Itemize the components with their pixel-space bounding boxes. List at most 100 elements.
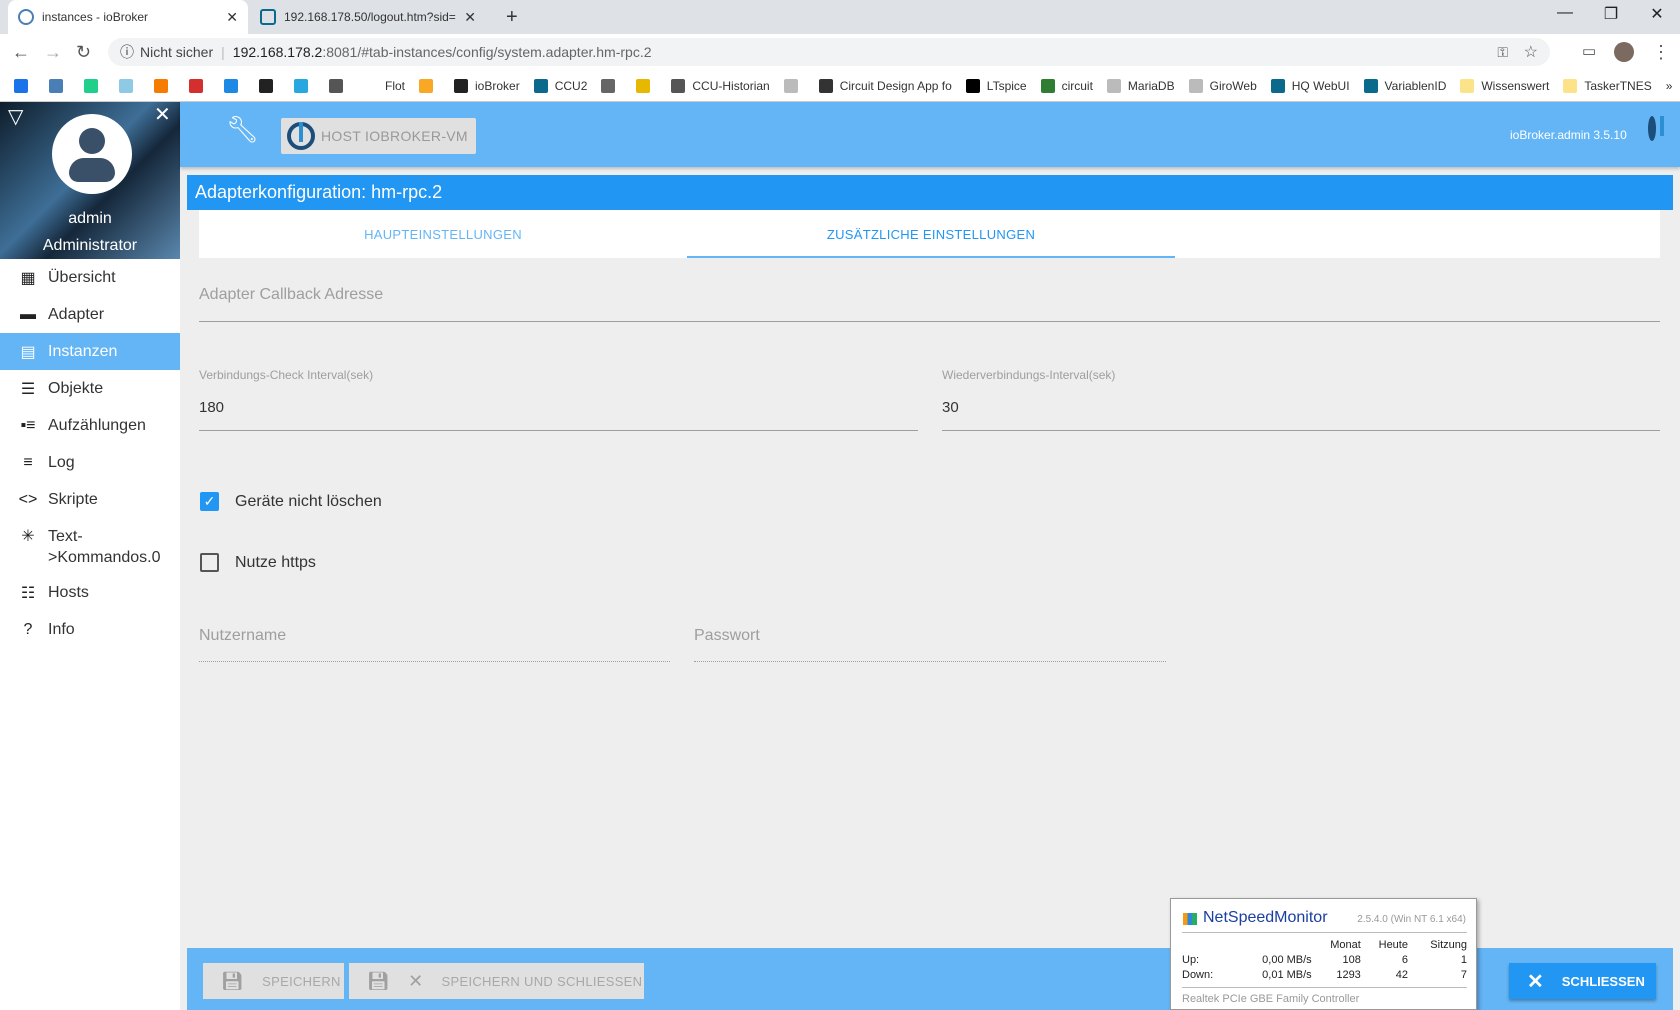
bookmark-icon	[965, 78, 980, 93]
password-input[interactable]: Passwort	[694, 622, 1166, 662]
url-bar[interactable]: ⓘ Nicht sicher | 192.168.178.2:8081/#tab…	[108, 38, 1550, 66]
wrench-icon[interactable]: 🔧︎	[226, 114, 259, 145]
bookmark-item[interactable]: CCU2	[533, 78, 588, 93]
reconnect-interval-input[interactable]: Wiederverbindungs-Interval(sek) 30	[942, 368, 1660, 431]
menu-dots-icon[interactable]: ⋮	[1652, 42, 1670, 63]
user-role: Administrator	[42, 237, 138, 254]
profile-avatar[interactable]	[1614, 42, 1634, 62]
bookmark-icon	[601, 78, 616, 93]
info-icon[interactable]: ⓘ	[120, 42, 134, 62]
browser-tab-instances[interactable]: instances - ioBroker ✕	[8, 0, 248, 34]
close-tab-icon[interactable]: ✕	[464, 9, 476, 26]
back-icon[interactable]: ←	[12, 42, 30, 63]
username-input[interactable]: Nutzername	[199, 622, 670, 662]
close-tab-icon[interactable]: ✕	[226, 9, 238, 26]
sidebar-item-info[interactable]: ? Info	[0, 611, 180, 648]
config-tabs: HAUPTEINSTELLUNGEN ZUSÄTZLICHE EINSTELLU…	[199, 210, 1660, 258]
sidebar-item-text-kommandos-[interactable]: ✳ Text->Kommandos.0	[0, 518, 180, 574]
netspeed-table: Monat Heute Sitzung Up: 0,00 MB/s 108 6 1 Down…	[1182, 937, 1467, 982]
callback-address-input[interactable]: Adapter Callback Adresse	[199, 280, 1660, 322]
browser-tab-logout[interactable]: 192.168.178.50/logout.htm?sid= ✕	[250, 0, 486, 34]
floppy-icon: 💾︎	[221, 970, 245, 991]
bookmark-item[interactable]	[189, 78, 210, 93]
bookmark-item[interactable]	[154, 78, 175, 93]
col-header: Heute	[1378, 938, 1408, 951]
sidebar-item-aufzählungen[interactable]: ▪≡ Aufzählungen	[0, 407, 180, 444]
sidebar-item-instanzen[interactable]: ▤ Instanzen	[0, 333, 180, 370]
bookmark-icon	[84, 78, 98, 93]
save-and-close-button[interactable]: 💾︎ ✕ SPEICHERN UND SCHLIESSEN	[349, 963, 644, 999]
netspeedmonitor-popup: NetSpeedMonitor 2.5.4.0 (Win NT 6.1 x64)…	[1170, 898, 1477, 1010]
bookmark-item[interactable]	[636, 78, 657, 93]
bookmark-item[interactable]: Flot	[364, 78, 405, 93]
key-icon[interactable]: ⚿	[1497, 44, 1508, 61]
collapse-triangle-icon[interactable]: ▽	[8, 104, 23, 129]
bookmark-item[interactable]: CCU-Historian	[671, 78, 770, 93]
bookmark-item[interactable]	[329, 78, 350, 93]
reload-icon[interactable]: ↻	[76, 42, 91, 63]
bookmark-item[interactable]: Circuit Design App fo	[818, 78, 952, 93]
bookmark-item[interactable]: Wissenswert	[1460, 78, 1549, 93]
sidebar-item-objekte[interactable]: ☰ Objekte	[0, 370, 180, 407]
sidebar-item-hosts[interactable]: ☷ Hosts	[0, 574, 180, 611]
tab-additional-settings[interactable]: ZUSÄTZLICHE EINSTELLUNGEN	[687, 210, 1175, 258]
app-bar: 🔧︎ HOST IOBROKER-VM ioBroker.admin 3.5.1…	[180, 102, 1680, 167]
bookmark-item[interactable]: VariablenID	[1363, 78, 1446, 93]
bookmark-label: CCU2	[554, 78, 588, 93]
checkbox-unchecked-icon[interactable]	[200, 553, 219, 572]
bookmark-item[interactable]	[49, 78, 70, 93]
sidebar-item-übersicht[interactable]: ▦ Übersicht	[0, 259, 180, 296]
save-button[interactable]: 💾︎ SPEICHERN	[203, 963, 344, 999]
close-sidebar-icon[interactable]: ✕	[154, 102, 171, 127]
new-tab-button[interactable]: +	[496, 0, 528, 34]
host-button[interactable]: HOST IOBROKER-VM	[281, 118, 476, 154]
close-window-button[interactable]: ✕	[1634, 4, 1680, 24]
more-bookmarks-button[interactable]: »	[1666, 79, 1673, 93]
restore-button[interactable]: ❐	[1588, 4, 1634, 24]
bookmark-item[interactable]	[14, 78, 35, 93]
minimize-button[interactable]: —	[1542, 4, 1588, 22]
col-header: Monat	[1330, 938, 1361, 951]
sidebar-item-skripte[interactable]: <> Skripte	[0, 481, 180, 518]
bookmark-item[interactable]	[259, 78, 280, 93]
bookmark-item[interactable]: ioBroker	[454, 78, 520, 93]
dont-delete-devices-checkbox[interactable]: ✓ Geräte nicht löschen	[200, 492, 382, 511]
check-interval-input[interactable]: Verbindungs-Check Interval(sek) 180	[199, 368, 918, 431]
security-label[interactable]: Nicht sicher	[140, 44, 213, 60]
bookmark-item[interactable]: circuit	[1040, 78, 1093, 93]
bookmark-icon	[14, 78, 28, 93]
bookmark-item[interactable]: GiroWeb	[1188, 78, 1257, 93]
menu-icon: ▪≡	[20, 416, 36, 434]
bookmark-item[interactable]	[294, 78, 315, 93]
bookmark-item[interactable]	[224, 78, 245, 93]
star-icon[interactable]: ☆	[1524, 42, 1538, 62]
bookmark-item[interactable]	[601, 78, 622, 93]
menu-label: Objekte	[48, 379, 104, 397]
menu-label: Übersicht	[48, 268, 116, 286]
bookmark-item[interactable]: TaskerTNES	[1563, 78, 1652, 93]
sidebar-item-adapter[interactable]: ▬ Adapter	[0, 296, 180, 333]
table-row: Up: 0,00 MB/s 108 6 1	[1182, 953, 1467, 966]
bookmark-item[interactable]	[119, 78, 140, 93]
sidebar-item-log[interactable]: ≡ Log	[0, 444, 180, 481]
bookmark-item[interactable]	[84, 78, 105, 93]
menu-icon: ▬	[20, 305, 36, 323]
bookmark-item[interactable]	[419, 78, 440, 93]
bookmark-item[interactable]	[783, 78, 805, 93]
checkbox-checked-icon[interactable]: ✓	[200, 492, 219, 511]
netspeed-version: 2.5.4.0 (Win NT 6.1 x64)	[1357, 914, 1466, 925]
bookmark-item[interactable]: MariaDB	[1106, 78, 1175, 93]
menu-icon: ☷	[20, 584, 36, 602]
cast-icon[interactable]: ▭	[1582, 42, 1596, 60]
tab-main-settings[interactable]: HAUPTEINSTELLUNGEN	[199, 210, 687, 258]
close-button[interactable]: ✕ SCHLIESSEN	[1509, 963, 1656, 999]
bookmark-icon	[818, 78, 833, 93]
use-https-checkbox[interactable]: Nutze https	[200, 553, 316, 572]
url-host: 192.168.178.2	[232, 44, 323, 60]
close-icon: ✕	[1527, 970, 1544, 993]
forward-icon[interactable]: →	[44, 42, 62, 63]
bookmark-item[interactable]: HQ WebUI	[1270, 78, 1350, 93]
menu-label: Adapter	[48, 305, 105, 323]
bookmark-item[interactable]: LTspice	[965, 78, 1027, 93]
reconnect-interval-value: 30	[942, 399, 959, 416]
